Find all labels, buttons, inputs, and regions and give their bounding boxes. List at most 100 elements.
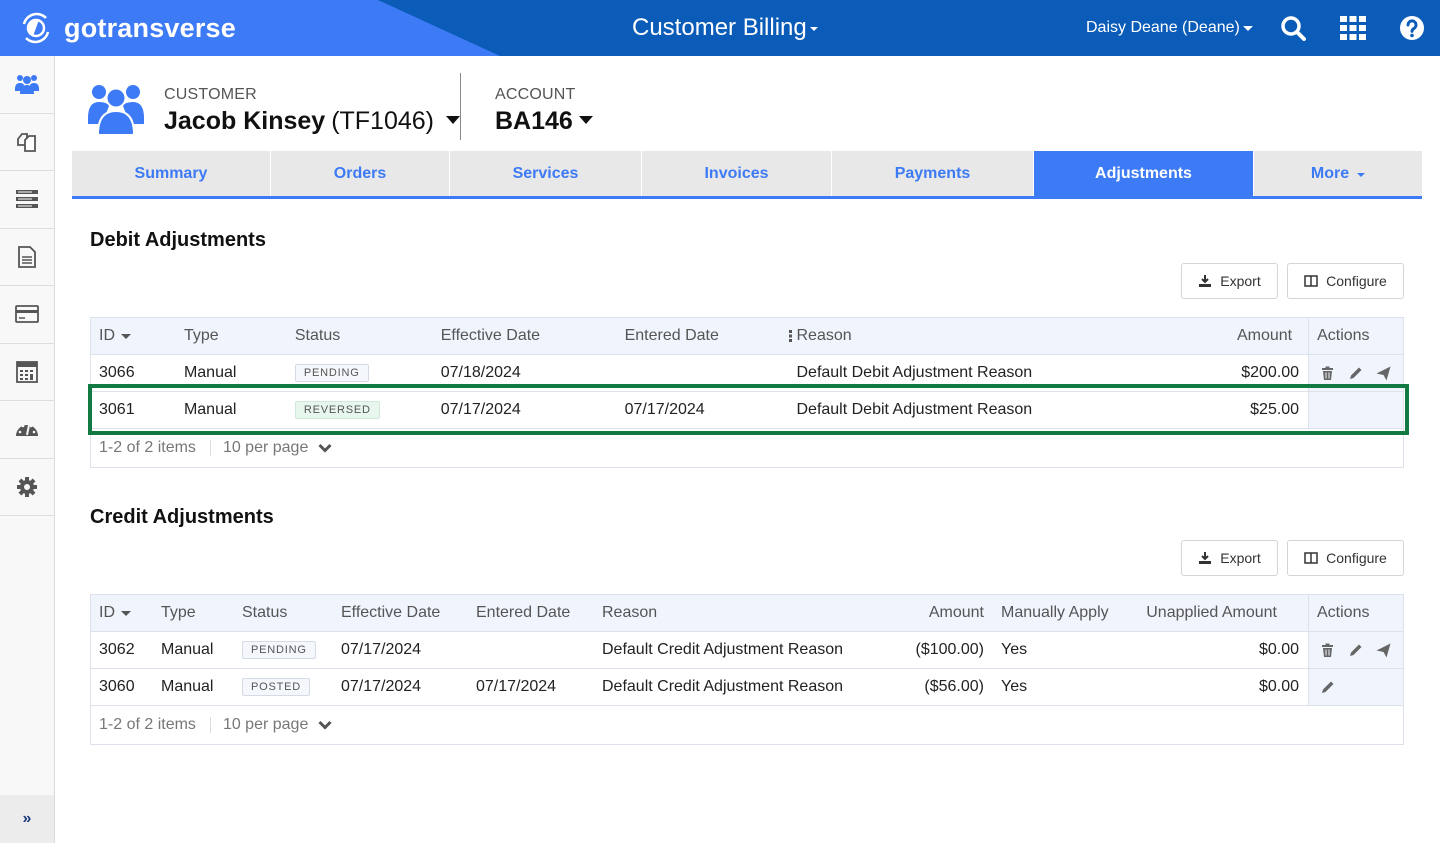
trash-icon[interactable]: [1320, 366, 1335, 381]
search-icon: [1281, 16, 1306, 41]
brand-logo[interactable]: gotransverse: [18, 9, 236, 47]
send-icon[interactable]: [1376, 643, 1391, 658]
app-title: Customer Billing: [632, 14, 807, 41]
column-header-reason[interactable]: Reason: [781, 318, 1117, 354]
cell-effective-date: 07/17/2024: [341, 678, 422, 695]
tab-summary[interactable]: Summary: [72, 151, 271, 196]
cell-effective-date: 07/17/2024: [341, 641, 422, 658]
credit-adjustments-title: Credit Adjustments: [90, 506, 274, 528]
credit-configure-button[interactable]: Configure: [1287, 540, 1404, 576]
cell-status: REVERSED: [287, 392, 433, 428]
column-resize-handle-icon[interactable]: [789, 330, 793, 342]
download-icon: [1199, 275, 1212, 287]
trash-icon[interactable]: [1320, 643, 1335, 658]
page-size-selector[interactable]: 10 per page: [223, 439, 332, 457]
column-header-effective-date[interactable]: Effective Date: [333, 595, 468, 631]
brand-name: gotransverse: [64, 12, 236, 43]
account-selector[interactable]: BA146: [495, 107, 593, 136]
sidebar-item-services[interactable]: [0, 171, 54, 229]
column-header-unapplied-amount[interactable]: Unapplied Amount: [1130, 595, 1308, 631]
table-row-highlighted[interactable]: 3061 Manual REVERSED 07/17/2024 07/17/20…: [91, 392, 1404, 429]
gear-icon: [17, 476, 37, 497]
column-header-id[interactable]: ID: [91, 318, 176, 354]
table-row[interactable]: 3066 Manual PENDING 07/18/2024 Default D…: [91, 355, 1404, 392]
column-header-id[interactable]: ID: [91, 595, 153, 631]
sidebar-item-accounting[interactable]: [0, 344, 54, 401]
pencil-icon[interactable]: [1348, 366, 1363, 381]
export-label: Export: [1220, 550, 1261, 566]
chevron-down-icon: [809, 27, 818, 31]
help-button[interactable]: [1398, 14, 1426, 42]
customer-label: CUSTOMER: [164, 86, 257, 103]
column-label: Actions: [1317, 327, 1370, 344]
apps-grid-button[interactable]: [1339, 14, 1367, 42]
cell-status: PENDING: [234, 632, 333, 668]
sidebar-item-customers[interactable]: [0, 56, 54, 114]
caret-down-icon: [446, 115, 460, 124]
tab-services[interactable]: Services: [450, 151, 642, 196]
column-header-effective-date[interactable]: Effective Date: [433, 318, 617, 354]
page-size-selector[interactable]: 10 per page: [223, 716, 332, 734]
cell-manually-apply: Yes: [1001, 678, 1028, 695]
status-badge: PENDING: [242, 641, 316, 659]
customer-users-icon: [88, 85, 144, 134]
grid-header-row: ID Type Status Effective Date Entered Da…: [91, 318, 1403, 355]
tab-orders[interactable]: Orders: [271, 151, 450, 196]
cell-id: 3066: [99, 364, 135, 381]
search-button[interactable]: [1279, 14, 1307, 42]
tab-payments[interactable]: Payments: [832, 151, 1034, 196]
download-icon: [1199, 552, 1212, 564]
sidebar-item-orders[interactable]: [0, 114, 54, 171]
cell-amount: ($100.00): [915, 641, 985, 658]
debit-export-button[interactable]: Export: [1181, 263, 1278, 299]
cell-type: Manual: [161, 678, 214, 695]
customer-selector[interactable]: Jacob Kinsey (TF1046): [164, 107, 460, 136]
pencil-icon[interactable]: [1348, 643, 1363, 658]
user-menu[interactable]: Daisy Deane (Deane): [1086, 19, 1253, 37]
table-row[interactable]: 3062 Manual PENDING 07/17/2024 Default C…: [91, 632, 1403, 669]
column-header-type[interactable]: Type: [176, 318, 287, 354]
sidebar-item-dashboard[interactable]: [0, 401, 54, 459]
cell-amount: $25.00: [1250, 401, 1300, 418]
chevron-down-icon: [318, 443, 332, 453]
sidebar-item-invoices[interactable]: [0, 229, 54, 286]
tab-adjustments[interactable]: Adjustments: [1034, 151, 1254, 196]
sidebar-expand-button[interactable]: »: [0, 795, 54, 843]
users-icon: [15, 75, 39, 95]
cell-amount: ($56.00): [924, 678, 984, 695]
credit-export-button[interactable]: Export: [1181, 540, 1278, 576]
table-row[interactable]: 3060 Manual POSTED 07/17/2024 07/17/2024…: [91, 669, 1403, 706]
credit-pager: 1-2 of 2 items 10 per page: [91, 706, 1403, 744]
column-header-type[interactable]: Type: [153, 595, 234, 631]
cell-unapplied-amount: $0.00: [1258, 678, 1299, 695]
column-header-actions: Actions: [1308, 318, 1403, 354]
column-header-amount[interactable]: Amount: [854, 595, 993, 631]
sidebar-item-settings[interactable]: [0, 459, 54, 516]
customer-code: (TF1046): [331, 107, 434, 135]
tab-more[interactable]: More: [1254, 151, 1422, 196]
column-header-status[interactable]: Status: [234, 595, 333, 631]
column-header-status[interactable]: Status: [287, 318, 433, 354]
column-header-entered-date[interactable]: Entered Date: [468, 595, 594, 631]
documents-icon: [17, 132, 36, 152]
configure-label: Configure: [1326, 273, 1387, 289]
pager-divider: [209, 440, 211, 456]
send-icon[interactable]: [1376, 366, 1391, 381]
debit-configure-button[interactable]: Configure: [1287, 263, 1404, 299]
cell-unapplied-amount: $0.00: [1258, 641, 1299, 658]
server-list-icon: [16, 190, 38, 209]
grid-header-row: ID Type Status Effective Date Entered Da…: [91, 595, 1403, 632]
column-header-entered-date[interactable]: Entered Date: [617, 318, 782, 354]
column-header-reason[interactable]: Reason: [594, 595, 854, 631]
credit-card-icon: [15, 305, 39, 324]
pencil-icon[interactable]: [1320, 680, 1335, 695]
app-switcher[interactable]: Customer Billing: [632, 14, 818, 42]
cell-reason: Default Credit Adjustment Reason: [602, 678, 844, 695]
column-header-amount[interactable]: Amount: [1117, 318, 1308, 354]
column-header-manually-apply[interactable]: Manually Apply: [993, 595, 1130, 631]
tab-invoices[interactable]: Invoices: [642, 151, 832, 196]
cell-entered-date: [468, 632, 594, 668]
sidebar-item-payments[interactable]: [0, 286, 54, 344]
debit-pager: 1-2 of 2 items 10 per page: [91, 429, 1403, 467]
cell-reason: Default Debit Adjustment Reason: [796, 364, 1033, 381]
